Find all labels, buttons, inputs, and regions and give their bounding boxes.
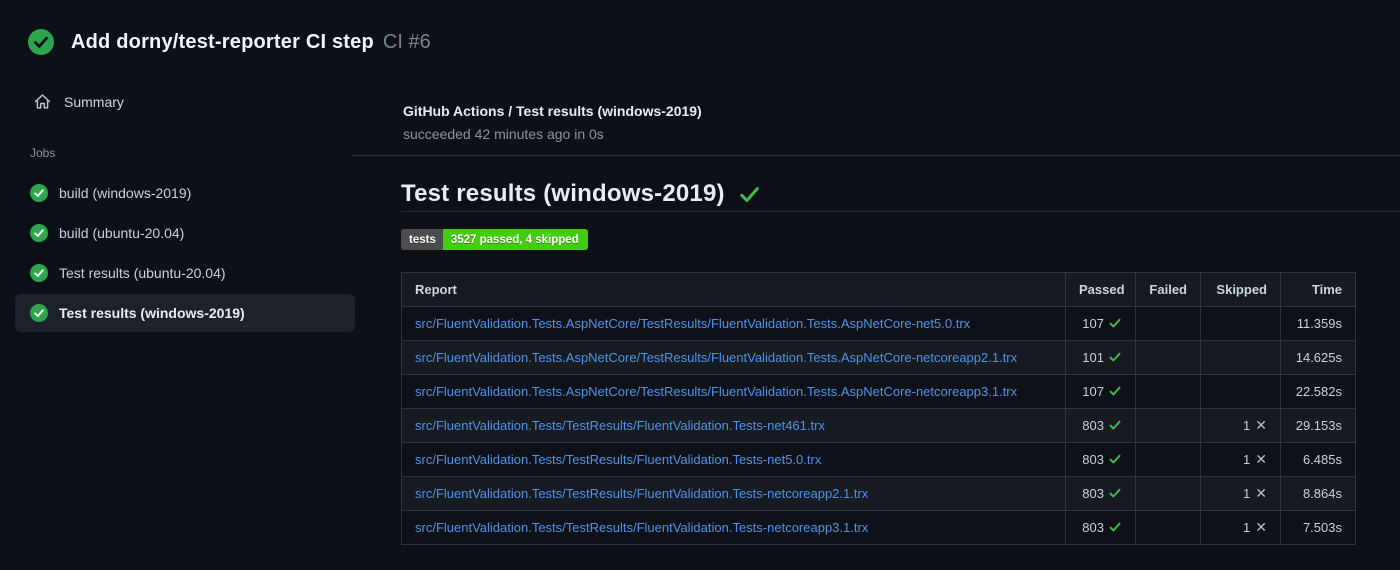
passed-cell: 803	[1065, 476, 1136, 511]
passed-cell: 803	[1065, 408, 1136, 443]
time-cell: 7.503s	[1280, 510, 1356, 545]
failed-cell	[1135, 374, 1201, 409]
column-header-passed: Passed	[1065, 272, 1136, 307]
report-link[interactable]: src/FluentValidation.Tests/TestResults/F…	[415, 486, 868, 501]
skipped-x-icon: ✕	[1255, 451, 1267, 467]
time-cell: 22.582s	[1280, 374, 1356, 409]
skipped-cell	[1200, 306, 1281, 341]
passed-cell: 101	[1065, 340, 1136, 375]
failed-cell	[1135, 306, 1201, 341]
skipped-cell	[1200, 374, 1281, 409]
time-cell: 11.359s	[1280, 306, 1356, 341]
report-heading-row: Test results (windows-2019)	[401, 180, 761, 208]
report-heading: Test results (windows-2019)	[401, 180, 725, 207]
skipped-cell: 1 ✕	[1200, 408, 1281, 443]
time-cell: 6.485s	[1280, 442, 1356, 477]
passed-cell: 107	[1065, 374, 1136, 409]
job-success-icon	[30, 304, 48, 322]
skipped-x-icon: ✕	[1255, 519, 1267, 535]
report-cell: src/FluentValidation.Tests/TestResults/F…	[401, 510, 1066, 545]
column-header-time: Time	[1280, 272, 1356, 307]
failed-cell	[1135, 408, 1201, 443]
tests-badge[interactable]: tests 3527 passed, 4 skipped	[401, 229, 588, 250]
run-number: CI #6	[382, 30, 431, 53]
table-row: src/FluentValidation.Tests.AspNetCore/Te…	[401, 306, 1356, 341]
table-header-row: Report Passed Failed Skipped Time	[401, 272, 1356, 307]
report-cell: src/FluentValidation.Tests.AspNetCore/Te…	[401, 340, 1066, 375]
job-status-line: succeeded 42 minutes ago in 0s	[403, 126, 604, 142]
skipped-cell: 1 ✕	[1200, 442, 1281, 477]
sidebar-summary-label: Summary	[64, 93, 124, 110]
report-link[interactable]: src/FluentValidation.Tests.AspNetCore/Te…	[415, 350, 1017, 365]
heading-check-icon	[738, 183, 761, 206]
column-header-failed: Failed	[1135, 272, 1201, 307]
failed-cell	[1135, 510, 1201, 545]
report-cell: src/FluentValidation.Tests/TestResults/F…	[401, 442, 1066, 477]
failed-cell	[1135, 442, 1201, 477]
sidebar-job-item[interactable]: Test results (windows-2019)	[15, 294, 355, 332]
report-cell: src/FluentValidation.Tests/TestResults/F…	[401, 476, 1066, 511]
test-results-table: Report Passed Failed Skipped Time src/Fl…	[401, 272, 1356, 545]
skipped-x-icon: ✕	[1255, 485, 1267, 501]
tests-badge-label: tests	[401, 229, 443, 250]
table-row: src/FluentValidation.Tests/TestResults/F…	[401, 408, 1356, 443]
failed-cell	[1135, 476, 1201, 511]
skipped-cell: 1 ✕	[1200, 476, 1281, 511]
sidebar-job-item[interactable]: build (windows-2019)	[15, 174, 355, 212]
job-item-label: build (windows-2019)	[59, 185, 192, 201]
jobs-section-label: Jobs	[30, 146, 56, 160]
column-header-report: Report	[401, 272, 1066, 307]
report-link[interactable]: src/FluentValidation.Tests.AspNetCore/Te…	[415, 384, 1017, 399]
job-success-icon	[30, 184, 48, 202]
report-heading-divider	[401, 211, 1400, 212]
skipped-cell	[1200, 340, 1281, 375]
job-success-icon	[30, 264, 48, 282]
job-item-label: Test results (windows-2019)	[59, 305, 245, 321]
job-header-divider	[352, 155, 1400, 156]
table-row: src/FluentValidation.Tests/TestResults/F…	[401, 510, 1356, 545]
report-cell: src/FluentValidation.Tests/TestResults/F…	[401, 408, 1066, 443]
run-success-icon	[28, 29, 54, 55]
report-link[interactable]: src/FluentValidation.Tests.AspNetCore/Te…	[415, 316, 970, 331]
report-cell: src/FluentValidation.Tests.AspNetCore/Te…	[401, 374, 1066, 409]
report-link[interactable]: src/FluentValidation.Tests/TestResults/F…	[415, 418, 825, 433]
table-row: src/FluentValidation.Tests/TestResults/F…	[401, 476, 1356, 511]
sidebar-job-item[interactable]: Test results (ubuntu-20.04)	[15, 254, 355, 292]
failed-cell	[1135, 340, 1201, 375]
report-link[interactable]: src/FluentValidation.Tests/TestResults/F…	[415, 520, 868, 535]
passed-cell: 803	[1065, 442, 1136, 477]
job-item-label: build (ubuntu-20.04)	[59, 225, 185, 241]
passed-cell: 803	[1065, 510, 1136, 545]
table-row: src/FluentValidation.Tests.AspNetCore/Te…	[401, 374, 1356, 409]
job-header-title: GitHub Actions / Test results (windows-2…	[403, 103, 702, 119]
table-row: src/FluentValidation.Tests.AspNetCore/Te…	[401, 340, 1356, 375]
sidebar-item-summary[interactable]: Summary	[34, 93, 124, 110]
table-row: src/FluentValidation.Tests/TestResults/F…	[401, 442, 1356, 477]
report-link[interactable]: src/FluentValidation.Tests/TestResults/F…	[415, 452, 821, 467]
column-header-skipped: Skipped	[1200, 272, 1281, 307]
time-cell: 29.153s	[1280, 408, 1356, 443]
report-cell: src/FluentValidation.Tests.AspNetCore/Te…	[401, 306, 1066, 341]
home-icon	[34, 93, 51, 110]
run-header: Add dorny/test-reporter CI step CI #6	[28, 29, 431, 55]
run-title: Add dorny/test-reporter CI step	[71, 30, 374, 53]
time-cell: 14.625s	[1280, 340, 1356, 375]
tests-badge-value: 3527 passed, 4 skipped	[442, 229, 588, 250]
sidebar-job-item[interactable]: build (ubuntu-20.04)	[15, 214, 355, 252]
skipped-cell: 1 ✕	[1200, 510, 1281, 545]
job-item-label: Test results (ubuntu-20.04)	[59, 265, 226, 281]
passed-cell: 107	[1065, 306, 1136, 341]
workflow-run-page: Add dorny/test-reporter CI step CI #6 Su…	[0, 0, 1400, 570]
job-success-icon	[30, 224, 48, 242]
time-cell: 8.864s	[1280, 476, 1356, 511]
skipped-x-icon: ✕	[1255, 417, 1267, 433]
